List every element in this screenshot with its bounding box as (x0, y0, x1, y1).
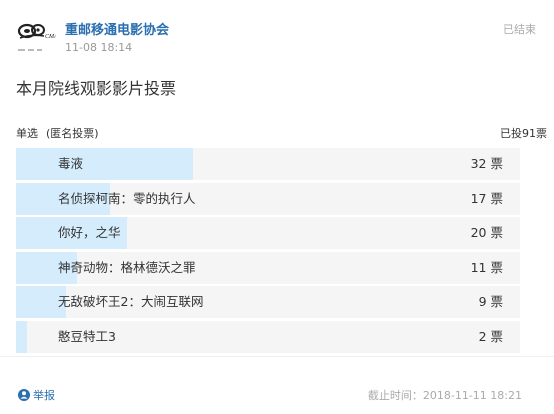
post-header: CMA 重邮移通电影协会 11-08 18:14 已结束 (16, 17, 540, 57)
poll-status-badge: 已结束 (503, 23, 536, 36)
poll-option[interactable]: 神奇动物：格林德沃之罪 11 票 (16, 251, 520, 284)
poll-anonymity: (匿名投票) (46, 127, 99, 140)
option-votes: 2 票 (478, 328, 503, 344)
option-label: 无敌破坏王2：大闹互联网 (58, 294, 204, 310)
option-label: 憨豆特工3 (58, 328, 116, 344)
option-votes: 11 票 (470, 259, 503, 275)
poll-type-label: 单选 (16, 127, 38, 140)
poll-option[interactable]: 毒液 32 票 (16, 148, 520, 180)
option-votes: 9 票 (478, 294, 503, 310)
poll-option[interactable]: 名侦探柯南：零的执行人 17 票 (16, 182, 520, 215)
option-label: 你好，之华 (58, 225, 121, 241)
vote-bar-fill (16, 148, 194, 180)
report-link[interactable]: 举报 (18, 387, 55, 403)
poll-total-votes: 已投91票 (500, 127, 547, 140)
club-logo-avatar[interactable]: CMA (16, 17, 58, 57)
user-icon (18, 389, 30, 401)
post-timestamp: 11-08 18:14 (65, 41, 133, 54)
poll-deadline: 截止时间：2018-11-11 18:21 (367, 389, 522, 402)
poll-type: 单选 (匿名投票) (16, 125, 99, 141)
option-votes: 32 票 (470, 156, 503, 171)
svg-text:CMA: CMA (45, 34, 56, 40)
poll-option[interactable]: 无敌破坏王2：大闹互联网 9 票 (16, 286, 520, 319)
poll-option[interactable]: 憨豆特工3 2 票 (16, 320, 520, 353)
poll-title: 本月院线观影影片投票 (16, 79, 177, 98)
option-label: 神奇动物：格林德沃之罪 (58, 259, 196, 275)
footer-divider (0, 356, 554, 357)
poll-option[interactable]: 你好，之华 20 票 (16, 217, 520, 250)
option-votes: 17 票 (470, 190, 503, 206)
vote-bar-fill (16, 320, 28, 353)
author-name[interactable]: 重邮移通电影协会 (65, 19, 169, 38)
poll-options-list: 毒液 32 票 名侦探柯南：零的执行人 17 票 你好，之华 20 票 神奇动物… (16, 148, 520, 356)
option-label: 名侦探柯南：零的执行人 (58, 190, 196, 206)
option-label: 毒液 (58, 156, 84, 171)
report-label: 举报 (33, 389, 55, 402)
option-votes: 20 票 (470, 225, 503, 241)
